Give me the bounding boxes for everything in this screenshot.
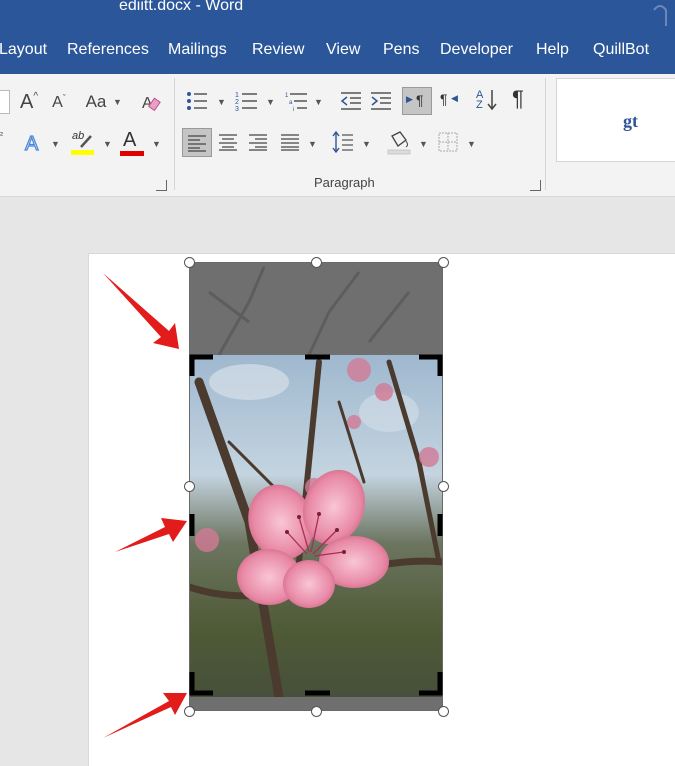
- resize-handle-top[interactable]: [311, 257, 322, 268]
- crop-handle-top-right[interactable]: [419, 354, 443, 376]
- sort-button[interactable]: AZ: [476, 87, 498, 115]
- chevron-down-icon[interactable]: ▼: [113, 97, 122, 107]
- svg-text:1: 1: [235, 92, 239, 99]
- align-right-icon[interactable]: [248, 133, 268, 151]
- chevron-down-icon[interactable]: ▼: [362, 139, 371, 149]
- svg-text:2: 2: [235, 99, 239, 106]
- chevron-down-icon[interactable]: ▼: [51, 139, 60, 149]
- text-effects-icon[interactable]: A: [22, 131, 46, 155]
- change-case-button[interactable]: Aa: [84, 90, 108, 114]
- tab-pens[interactable]: Pens: [383, 41, 419, 59]
- svg-text:3: 3: [235, 106, 239, 112]
- annotation-arrow-middle: [115, 518, 187, 552]
- shrink-font-label: A: [52, 94, 63, 111]
- style-gallery-item[interactable]: gt: [556, 78, 675, 162]
- ltr-label: ¶: [416, 92, 424, 108]
- grow-font-label: A: [19, 90, 34, 113]
- svg-text:1: 1: [285, 93, 289, 99]
- ltr-direction-button[interactable]: ▶ ¶: [402, 87, 432, 115]
- crop-handle-bottom-right[interactable]: [419, 672, 443, 696]
- rtl-label: ¶: [440, 91, 448, 107]
- tab-mailings[interactable]: Mailings: [168, 41, 227, 59]
- chevron-down-icon[interactable]: ▼: [419, 139, 428, 149]
- highlight-button[interactable]: ab: [70, 130, 96, 156]
- tab-review[interactable]: Review: [252, 41, 304, 59]
- chevron-down-icon[interactable]: ▼: [103, 139, 112, 149]
- font-size-dropdown[interactable]: [0, 90, 10, 114]
- crop-handle-top-left[interactable]: [189, 354, 213, 376]
- chevron-down-icon[interactable]: ▼: [308, 139, 317, 149]
- multilevel-list-icon[interactable]: 1ai: [285, 90, 309, 112]
- superscript-partial-icon[interactable]: ²: [0, 130, 3, 140]
- paragraph-dialog-launcher-icon[interactable]: [530, 180, 541, 191]
- font-color-button[interactable]: A: [120, 129, 146, 156]
- chevron-down-icon[interactable]: ▼: [266, 97, 275, 107]
- partial-icon: [653, 5, 667, 26]
- title-bar: ediitt.docx - Word: [0, 0, 675, 30]
- style-sample-label: gt: [623, 111, 638, 131]
- numbering-icon[interactable]: 123: [235, 90, 259, 112]
- font-dialog-launcher-icon[interactable]: [156, 180, 167, 191]
- ribbon-tabs: Layout References Mailings Review View P…: [0, 30, 675, 74]
- resize-handle-top-right[interactable]: [438, 257, 449, 268]
- tab-developer[interactable]: Developer: [440, 41, 513, 59]
- group-separator: [545, 78, 546, 190]
- show-marks-button[interactable]: ¶: [512, 86, 524, 112]
- change-case-label: Aa: [85, 92, 107, 111]
- text-effects-label: A: [25, 133, 39, 155]
- justify-icon[interactable]: [280, 133, 300, 151]
- resize-handle-bottom[interactable]: [311, 706, 322, 717]
- sort-label: AZ: [476, 89, 484, 111]
- chevron-down-icon[interactable]: ▼: [314, 97, 323, 107]
- tab-quillbot[interactable]: QuillBot: [593, 41, 649, 59]
- borders-icon[interactable]: [438, 132, 458, 152]
- bullets-icon[interactable]: [186, 91, 208, 111]
- crop-handle-bottom-left[interactable]: [189, 672, 213, 696]
- group-separator: [174, 78, 175, 190]
- chevron-down-icon[interactable]: ▼: [152, 139, 161, 149]
- triangle-left-icon: ◀: [451, 93, 458, 103]
- increase-indent-icon[interactable]: [370, 91, 392, 111]
- annotation-arrow-bottom: [103, 693, 187, 738]
- rtl-direction-button[interactable]: ¶ ◀: [440, 90, 462, 112]
- tab-view[interactable]: View: [326, 41, 360, 59]
- paragraph-group-label: Paragraph: [314, 175, 375, 190]
- tab-help[interactable]: Help: [536, 41, 569, 59]
- grow-font-button[interactable]: A ^: [16, 90, 42, 114]
- chevron-down-icon[interactable]: ▼: [217, 97, 226, 107]
- arrow-down-icon: [487, 90, 497, 111]
- ribbon: A^ Aˇ Aa ▼ A ² A ▼ ab ▼ A ▼ ▼ 123 ▼ 1ai: [0, 74, 675, 197]
- decrease-indent-icon[interactable]: [340, 91, 362, 111]
- caret-down-icon: ˇ: [62, 93, 66, 103]
- align-center-icon[interactable]: [218, 133, 238, 151]
- triangle-right-icon: ▶: [406, 94, 413, 104]
- line-spacing-icon[interactable]: [332, 131, 354, 153]
- tab-references[interactable]: References: [67, 41, 149, 59]
- crop-handles: [189, 354, 443, 696]
- tab-layout[interactable]: Layout: [0, 41, 47, 59]
- svg-text:i: i: [293, 107, 294, 112]
- shading-icon[interactable]: [386, 130, 412, 156]
- align-left-button[interactable]: [182, 128, 212, 157]
- chevron-down-icon[interactable]: ▼: [467, 139, 476, 149]
- svg-text:a: a: [289, 100, 293, 106]
- annotation-arrows: [103, 273, 187, 738]
- align-left-icon: [188, 135, 206, 152]
- shrink-font-button[interactable]: Aˇ: [47, 92, 71, 114]
- clear-formatting-icon[interactable]: A: [140, 91, 162, 113]
- font-color-bar: [120, 151, 144, 156]
- highlight-color-bar: [71, 150, 94, 155]
- marker-icon: [80, 135, 92, 148]
- caret-up-icon: ^: [33, 90, 39, 102]
- font-color-label: A: [123, 129, 137, 151]
- annotation-arrow-top: [103, 273, 179, 349]
- resize-handle-bottom-right[interactable]: [438, 706, 449, 717]
- window-title: ediitt.docx - Word: [119, 0, 244, 14]
